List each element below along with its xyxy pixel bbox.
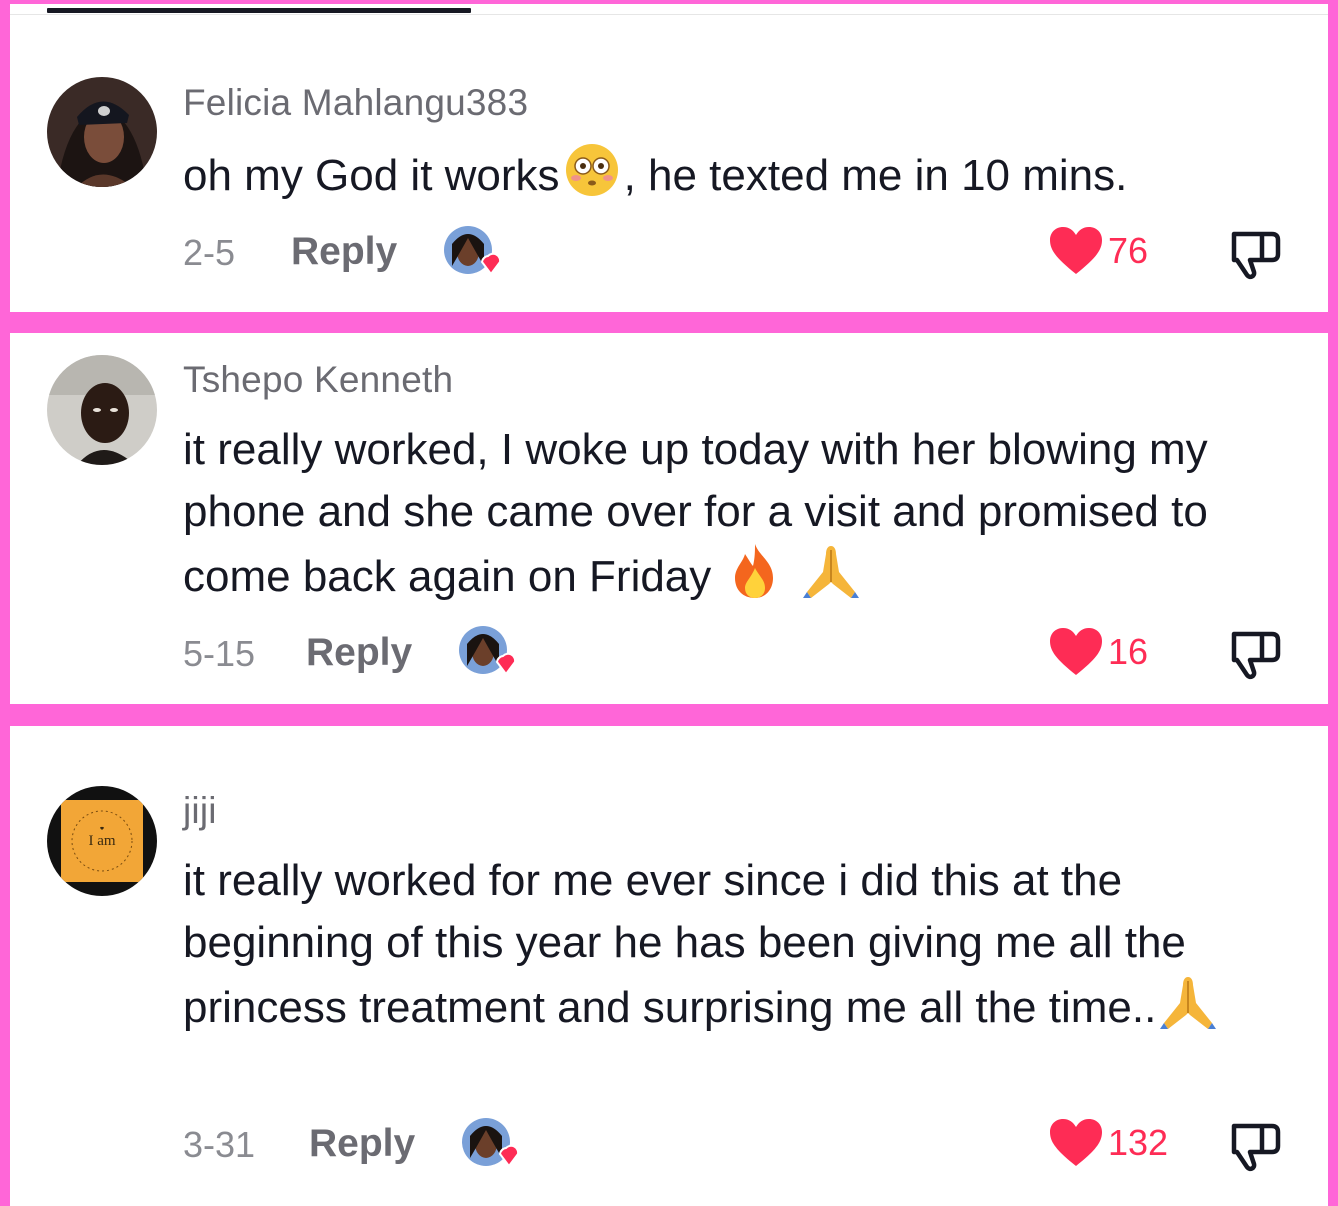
comment-text: it really worked, I woke up today with h… (183, 419, 1283, 617)
folded-hands-icon (1158, 973, 1218, 1048)
comment-date: 2-5 (183, 232, 236, 273)
creator-liked-avatar (444, 226, 502, 280)
comment-date: 3-31 (183, 1124, 256, 1165)
avatar[interactable]: I am (47, 786, 157, 896)
dislike-icon[interactable] (1228, 1118, 1284, 1174)
tab-divider (10, 14, 1328, 15)
comment-username[interactable]: jiji (183, 790, 217, 832)
creator-liked-avatar (459, 626, 517, 680)
reply-button[interactable]: Reply (291, 230, 397, 274)
comment-date: 5-15 (183, 633, 256, 674)
comment-text-part: it really worked, I woke up today with h… (183, 425, 1208, 601)
dislike-icon[interactable] (1228, 626, 1284, 682)
reply-button[interactable]: Reply (309, 1122, 415, 1166)
avatar[interactable] (47, 77, 157, 187)
comment-username[interactable]: Tshepo Kenneth (183, 359, 453, 401)
flushed-face-icon (564, 142, 620, 215)
heart-icon[interactable] (1048, 226, 1104, 276)
heart-icon[interactable] (1048, 627, 1104, 677)
active-tab-indicator (47, 8, 471, 13)
comment-text-part: oh my God it works (183, 150, 560, 200)
comment-card-1: Felicia Mahlangu383 oh my God it works , … (10, 4, 1328, 312)
dislike-icon[interactable] (1228, 226, 1284, 282)
folded-hands-icon (801, 542, 861, 617)
comment-text-part: , he texted me in 10 mins. (623, 150, 1128, 200)
like-count: 16 (1108, 631, 1149, 672)
creator-liked-avatar (462, 1118, 520, 1172)
comment-card-2: Tshepo Kenneth it really worked, I woke … (10, 333, 1328, 704)
comment-text-part: it really worked for me ever since i did… (183, 856, 1186, 1032)
heart-icon[interactable] (1048, 1118, 1104, 1168)
comment-text: oh my God it works , he texted me in 10 m… (183, 142, 1283, 215)
comment-card-3: I am jiji it really worked for me ever s… (10, 726, 1328, 1206)
like-count: 76 (1108, 230, 1149, 271)
avatar[interactable] (47, 355, 157, 465)
fire-icon (729, 542, 781, 617)
comment-username[interactable]: Felicia Mahlangu383 (183, 82, 528, 124)
like-count: 132 (1108, 1122, 1169, 1163)
comment-text: it really worked for me ever since i did… (183, 850, 1283, 1048)
avatar-text: I am (88, 833, 115, 849)
reply-button[interactable]: Reply (306, 631, 412, 675)
